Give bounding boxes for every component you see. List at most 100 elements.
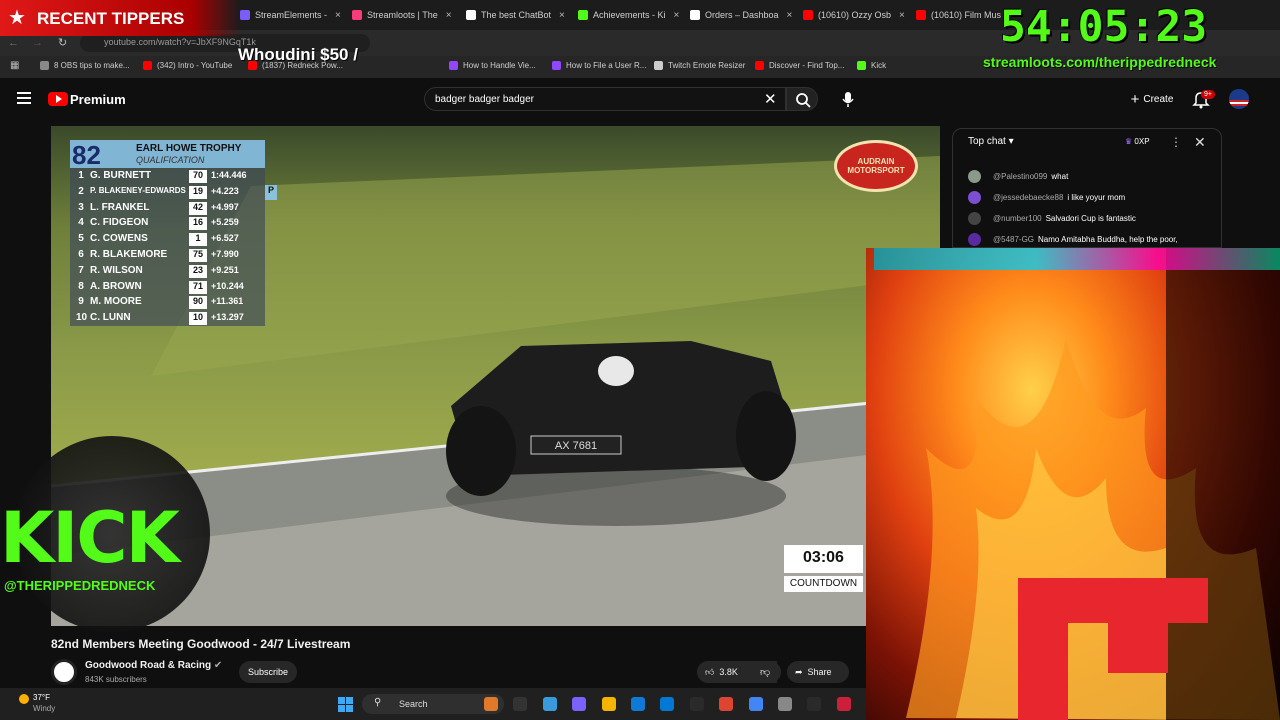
chat-mode-dropdown[interactable]: Top chat ▾ [968, 136, 1014, 147]
search-icon [796, 93, 811, 108]
close-tab-icon[interactable]: × [899, 10, 905, 21]
taskbar-app-icon[interactable] [689, 697, 704, 711]
share-label: Share [807, 667, 832, 677]
bookmark-item[interactable]: How to Handle Vie... [449, 61, 536, 70]
xp-label: 0XP [1134, 137, 1150, 146]
license-plate: AX 7681 [555, 440, 597, 452]
taskbar-app-icon[interactable] [572, 697, 587, 711]
search-input[interactable]: badger badger badger [424, 87, 786, 111]
more-options-icon[interactable]: ⋮ [1170, 135, 1182, 149]
tab-title: (10610) Film Mus [931, 10, 1002, 20]
search-button[interactable] [786, 87, 818, 111]
xp-badge[interactable]: ♛ 0XP [1125, 137, 1150, 146]
row-position: 8 [78, 280, 84, 292]
latest-tipper: Whoudini $50 / [238, 45, 358, 64]
close-tab-icon[interactable]: × [446, 10, 452, 21]
taskbar-search-label: Search [399, 699, 428, 709]
row-driver: G. BURNETT [90, 170, 152, 181]
taskbar-app-icon[interactable] [660, 697, 675, 711]
create-button[interactable]: + Create [1122, 88, 1182, 110]
row-position: 7 [78, 264, 84, 276]
channel-avatar[interactable] [51, 659, 77, 685]
youtube-logo-icon[interactable] [48, 92, 68, 106]
browser-tab[interactable]: Achievements - Ki × [578, 4, 679, 26]
channel-name[interactable]: Goodwood Road & Racing ✔ [85, 660, 222, 671]
row-car-number: 90 [189, 296, 207, 310]
bookmark-item[interactable]: (342) Intro - YouTube [143, 61, 232, 70]
bookmark-label: Twitch Emote Resizer [668, 61, 746, 70]
chat-author[interactable]: @Palestino099 [993, 172, 1047, 181]
weather-temp[interactable]: 37°F [33, 693, 50, 702]
microphone-button[interactable] [838, 87, 858, 111]
close-tab-icon[interactable]: × [674, 10, 680, 21]
close-tab-icon[interactable]: × [559, 10, 565, 21]
bookmark-label: Discover - Find Top... [769, 61, 845, 70]
hamburger-menu-icon[interactable] [17, 92, 31, 104]
taskbar-app-icon[interactable] [748, 697, 763, 711]
back-icon[interactable]: ← [8, 37, 19, 49]
row-position: 3 [78, 201, 84, 213]
close-tab-icon[interactable]: × [787, 10, 793, 21]
countdown-label: COUNTDOWN [784, 576, 863, 592]
bookmark-favicon-icon [40, 61, 49, 70]
taskbar-app-icon[interactable] [807, 697, 822, 711]
verified-icon: ✔ [213, 660, 223, 671]
premium-label[interactable]: Premium [70, 92, 126, 107]
chat-author[interactable]: @5487-GG [993, 235, 1034, 244]
account-avatar[interactable] [1229, 89, 1249, 109]
weather-desc[interactable]: Windy [33, 704, 55, 713]
chat-text: what [1051, 172, 1069, 181]
bookmark-item[interactable]: 8 OBS tips to make... [40, 61, 130, 70]
windows-start-icon[interactable] [338, 697, 353, 712]
bookmark-label: 8 OBS tips to make... [54, 61, 130, 70]
close-tab-icon[interactable]: × [335, 10, 341, 21]
bookmark-item[interactable]: Twitch Emote Resizer [654, 61, 745, 70]
row-gap: +4.997 [211, 201, 239, 212]
browser-tab[interactable]: Streamloots | The × [352, 4, 452, 26]
share-icon: ➦ [795, 666, 803, 677]
taskbar-app-icon[interactable] [719, 697, 734, 711]
browser-tab[interactable]: (10610) Ozzy Osb × [803, 4, 905, 26]
share-button[interactable]: ➦ Share [787, 661, 849, 683]
taskbar-app-icon[interactable] [836, 697, 851, 711]
taskbar-app-icon[interactable] [542, 697, 557, 711]
taskbar-search[interactable]: ⚲ Search [362, 694, 504, 714]
weather-icon[interactable] [19, 694, 29, 704]
like-count: 3.8K [719, 667, 738, 677]
row-position: 5 [78, 233, 84, 245]
leaderboard-title: EARL HOWE TROPHY [136, 143, 242, 154]
tab-favicon-icon [240, 10, 250, 20]
bookmark-item[interactable]: How to File a User R... [552, 61, 646, 70]
tab-title: Streamloots | The [367, 10, 438, 20]
chat-message: @5487-GG Namo Amitabha Buddha, help the p… [968, 233, 1178, 246]
browser-tab[interactable]: Orders – Dashboa × [690, 4, 792, 26]
row-position: 9 [78, 296, 84, 308]
chat-avatar [968, 233, 981, 246]
chat-author[interactable]: @jessedebaecke88 [993, 193, 1063, 202]
taskbar-app-icon[interactable] [513, 697, 528, 711]
taskbar-app-icon[interactable] [631, 697, 645, 711]
row-driver: C. LUNN [90, 312, 131, 324]
subscribe-button[interactable]: Subscribe [239, 661, 297, 683]
chat-author[interactable]: @number100 [993, 214, 1042, 223]
taskbar-app-icon[interactable] [484, 697, 498, 711]
forward-icon[interactable]: → [32, 37, 43, 49]
row-car-number: 16 [189, 217, 207, 231]
apps-grid-icon[interactable]: ▦ [10, 60, 19, 71]
browser-tab[interactable]: StreamElements - × [240, 4, 341, 26]
row-gap: +11.361 [211, 296, 244, 307]
row-gap: +5.259 [211, 217, 239, 228]
bookmark-item[interactable]: Kick [857, 61, 886, 70]
tab-favicon-icon [916, 10, 926, 20]
close-chat-icon[interactable]: ✕ [1194, 134, 1206, 151]
taskbar-app-icon[interactable] [778, 697, 792, 711]
reload-icon[interactable]: ↻ [58, 36, 67, 49]
browser-tab[interactable]: The best ChatBot × [466, 4, 565, 26]
row-car-number: 70 [189, 170, 207, 183]
leaderboard-row: 2 P. BLAKENEY-EDWARDS 19 +4.223 [70, 185, 265, 200]
dislike-button[interactable]: 👎︎ [751, 661, 781, 683]
clear-search-icon[interactable]: ✕ [764, 90, 777, 108]
bookmark-item[interactable]: Discover - Find Top... [755, 61, 844, 70]
taskbar-app-icon[interactable] [601, 697, 616, 711]
microphone-icon [842, 92, 854, 107]
